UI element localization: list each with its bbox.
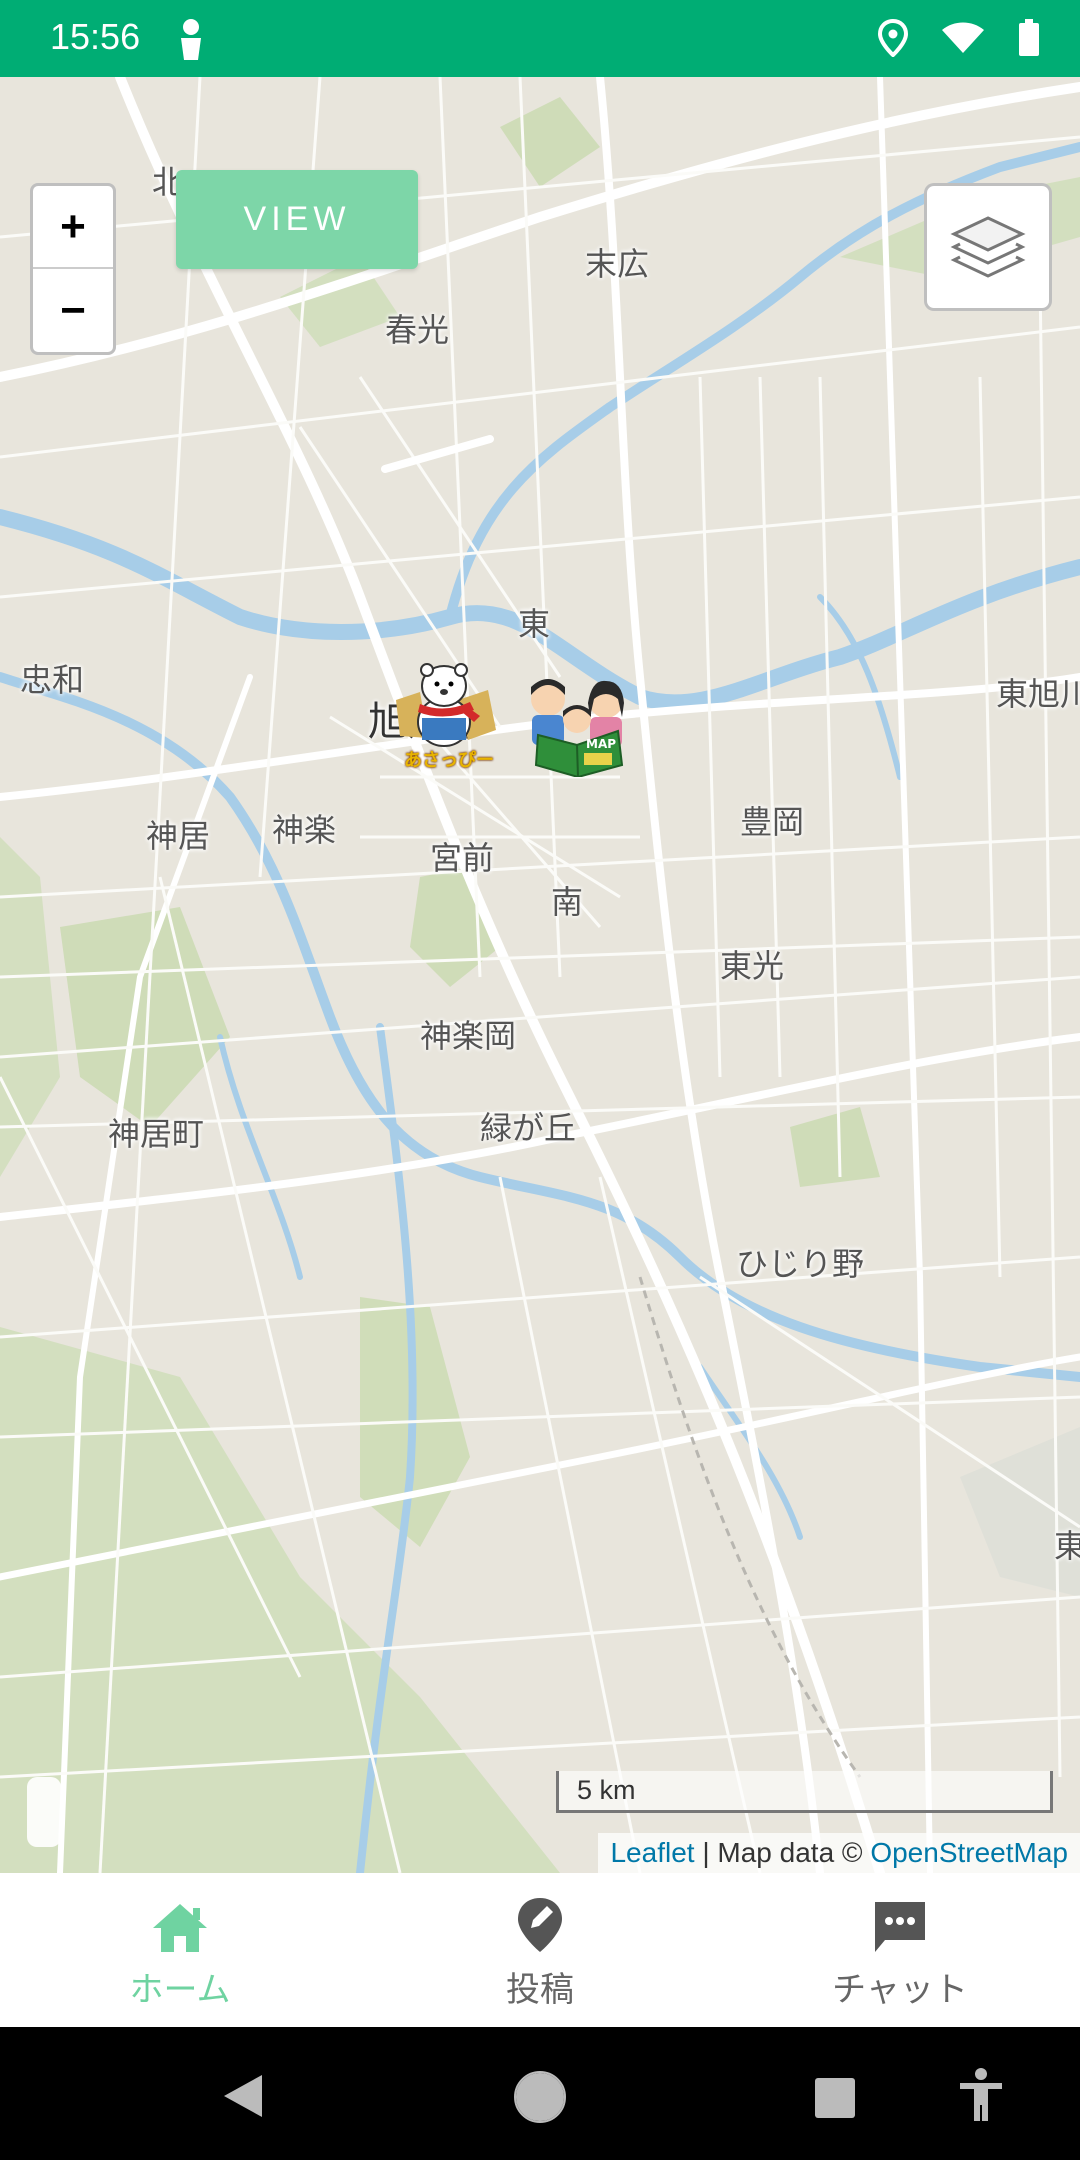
zoom-control: + − (30, 183, 116, 355)
nav-home-label: ホーム (129, 1969, 231, 2010)
wifi-icon (942, 22, 984, 53)
system-navigation-bar (0, 2027, 1080, 2160)
side-drawer-handle[interactable] (27, 1777, 61, 1847)
home-circle-icon[interactable] (514, 2071, 566, 2123)
map-label-higashi: 東 (518, 605, 551, 643)
family-map-marker[interactable]: MAP (522, 673, 634, 779)
location-icon (878, 19, 908, 57)
back-icon[interactable] (222, 2073, 264, 2119)
map-label-toyooka: 豊岡 (740, 803, 805, 841)
map-label-east-edge: 東 (1054, 1527, 1080, 1565)
home-icon (153, 1903, 207, 1952)
accessibility-icon[interactable] (958, 2067, 1004, 2123)
mascot-label: あさっぴー (404, 750, 494, 771)
layers-button[interactable] (924, 183, 1052, 311)
chat-icon (875, 1901, 925, 1952)
map-label-miyamae: 宮前 (430, 839, 495, 877)
map-label-kagura-oka: 神楽岡 (420, 1017, 517, 1055)
bottom-navigation: ホーム 投稿 チャット (0, 1873, 1080, 2027)
layers-icon (950, 216, 1026, 278)
mascot-marker[interactable]: あさっぴー (388, 660, 500, 771)
map-label-kamui: 神居 (146, 817, 211, 855)
map-attribution: Leaflet | Map data © OpenStreetMap (598, 1833, 1080, 1873)
map-tiles (0, 77, 1080, 1873)
zoom-out-button[interactable]: − (33, 269, 113, 352)
map-label-higashi-asahikawa: 東旭川 (996, 675, 1080, 713)
map-label-hijirino: ひじり野 (736, 1245, 865, 1283)
family-map-icon (531, 679, 624, 779)
attribution-separator: | Map data © (694, 1837, 871, 1868)
post-pin-icon (518, 1897, 562, 1952)
zoom-in-button[interactable]: + (33, 186, 113, 269)
map-label-midorigaoka: 緑が丘 (480, 1109, 577, 1147)
map-book-label: MAP (586, 737, 617, 751)
view-button[interactable]: VIEW (176, 170, 418, 269)
recents-icon[interactable] (814, 2077, 856, 2119)
notification-icon (181, 19, 201, 60)
nav-chat[interactable]: チャット (720, 1873, 1080, 2027)
nav-home[interactable]: ホーム (0, 1873, 360, 2027)
map-label-suehiro: 末広 (585, 245, 650, 283)
nav-chat-label: チャット (832, 1969, 968, 2010)
map-label-chuwa: 忠和 (20, 661, 85, 699)
map-label-shunko: 春光 (385, 311, 450, 349)
map-view[interactable]: 北 末広 永山 春光 東 忠和 旭川市 東旭川 神居 神楽 宮前 南 豊岡 東光… (0, 77, 1080, 1873)
status-bar: 15:56 (0, 0, 1080, 77)
osm-link[interactable]: OpenStreetMap (870, 1837, 1068, 1868)
nav-post[interactable]: 投稿 (360, 1873, 720, 2027)
map-label-toko: 東光 (720, 947, 785, 985)
map-label-kagura: 神楽 (272, 811, 337, 849)
map-label-kamuicho: 神居町 (108, 1115, 205, 1153)
scale-bar: 5 km (556, 1771, 1053, 1813)
nav-post-label: 投稿 (506, 1969, 574, 2010)
map-label-minami: 南 (551, 883, 584, 921)
status-time: 15:56 (50, 16, 141, 57)
leaflet-link[interactable]: Leaflet (610, 1837, 694, 1868)
battery-icon (1019, 19, 1039, 56)
